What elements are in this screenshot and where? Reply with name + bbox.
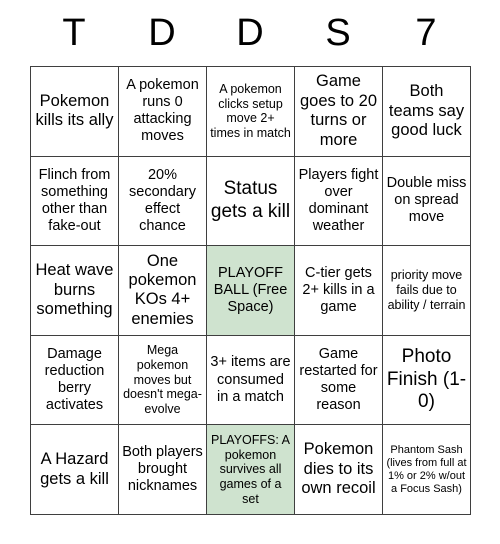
header-letter-3: D: [236, 12, 264, 54]
bingo-cell[interactable]: A pokemon clicks setup move 2+ times in …: [207, 67, 295, 157]
bingo-cell-label: Flinch from something other than fake-ou…: [38, 166, 111, 234]
bingo-cell[interactable]: 3+ items are consumed in a match: [207, 335, 295, 426]
bingo-cell[interactable]: Flinch from something other than fake-ou…: [31, 156, 119, 247]
bingo-header-row: T D D S 7: [30, 0, 470, 66]
bingo-cell-label: Heat wave burns something: [35, 261, 114, 319]
bingo-cell[interactable]: Damage reduction berry activates: [31, 335, 119, 426]
bingo-cell[interactable]: Game goes to 20 turns or more: [295, 67, 383, 157]
bingo-cell-label: PLAYOFFS: A pokemon survives all games o…: [211, 432, 290, 506]
bingo-cell[interactable]: Both players brought nicknames: [119, 425, 207, 515]
bingo-card: T D D S 7 Pokemon kills its ally A pokemo…: [30, 0, 471, 515]
bingo-cell[interactable]: One pokemon KOs 4+ enemies: [119, 246, 207, 336]
bingo-cell[interactable]: A pokemon runs 0 attacking moves: [119, 67, 207, 157]
bingo-cell-label: Game goes to 20 turns or more: [299, 72, 378, 149]
bingo-cell[interactable]: Double miss on spread move: [383, 156, 471, 247]
bingo-cell-label: priority move fails due to ability / ter…: [387, 268, 466, 312]
bingo-cell-label: A pokemon clicks setup move 2+ times in …: [210, 81, 291, 141]
bingo-cell-label: 20% secondary effect chance: [129, 166, 196, 234]
bingo-cell[interactable]: Pokemon kills its ally: [31, 67, 119, 157]
bingo-cell-label: PLAYOFF BALL (Free Space): [213, 264, 288, 316]
bingo-cell-label: Both players brought nicknames: [122, 444, 203, 495]
bingo-cell[interactable]: Heat wave burns something: [31, 246, 119, 336]
header-letter-1: T: [62, 12, 86, 54]
header-letter-4: S: [325, 12, 351, 54]
bingo-cell-label: Pokemon dies to its own recoil: [301, 440, 376, 498]
header-letter-2: D: [148, 12, 176, 54]
bingo-cell-label: Damage reduction berry activates: [44, 345, 105, 414]
bingo-grid: Pokemon kills its ally A pokemon runs 0 a…: [30, 66, 471, 515]
bingo-cell-label: Photo Finish (1-0): [386, 346, 467, 413]
bingo-cell-label: 3+ items are consumed in a match: [210, 354, 291, 405]
bingo-cell[interactable]: C-tier gets 2+ kills in a game: [295, 246, 383, 336]
bingo-cell-label: Players fight over dominant weather: [298, 166, 379, 234]
bingo-cell-label: C-tier gets 2+ kills in a game: [302, 264, 375, 316]
bingo-cell[interactable]: Pokemon dies to its own recoil: [295, 425, 383, 515]
bingo-cell-free-space[interactable]: PLAYOFFS: A pokemon survives all games o…: [207, 425, 295, 515]
bingo-cell-label: A pokemon runs 0 attacking moves: [126, 77, 199, 145]
bingo-cell-label: Mega pokemon moves but doesn't mega-evol…: [123, 343, 202, 417]
bingo-cell-free-space[interactable]: PLAYOFF BALL (Free Space): [207, 246, 295, 336]
bingo-cell[interactable]: Both teams say good luck: [383, 67, 471, 157]
bingo-cell-label: A Hazard gets a kill: [40, 450, 109, 488]
bingo-cell[interactable]: 20% secondary effect chance: [119, 156, 207, 247]
bingo-cell-label: Phantom Sash (lives from full at 1% or 2…: [386, 443, 467, 495]
bingo-cell[interactable]: A Hazard gets a kill: [31, 425, 119, 515]
bingo-cell-label: Game restarted for some reason: [299, 345, 378, 414]
bingo-cell-label: Status gets a kill: [210, 178, 291, 222]
bingo-cell[interactable]: Mega pokemon moves but doesn't mega-evol…: [119, 335, 207, 426]
bingo-cell[interactable]: Phantom Sash (lives from full at 1% or 2…: [383, 425, 471, 515]
bingo-cell[interactable]: priority move fails due to ability / ter…: [383, 246, 471, 336]
bingo-cell-label: Pokemon kills its ally: [35, 91, 114, 130]
bingo-cell[interactable]: Game restarted for some reason: [295, 335, 383, 426]
bingo-cell[interactable]: Status gets a kill: [207, 156, 295, 247]
header-letter-5: 7: [415, 12, 437, 54]
bingo-cell-label: One pokemon KOs 4+ enemies: [128, 251, 197, 328]
bingo-cell[interactable]: Photo Finish (1-0): [383, 335, 471, 426]
bingo-cell-label: Double miss on spread move: [386, 175, 467, 226]
bingo-cell-label: Both teams say good luck: [388, 82, 465, 140]
bingo-cell[interactable]: Players fight over dominant weather: [295, 156, 383, 247]
